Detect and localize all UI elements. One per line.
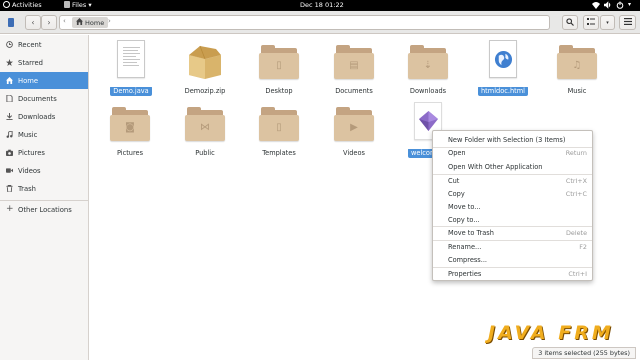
hamburger-icon	[623, 18, 632, 27]
search-button[interactable]	[562, 15, 578, 30]
top-bar: Activities Files ▾ Dec 18 01:22 ▾	[0, 0, 640, 11]
menu-item-properties[interactable]: Properties Ctrl+I	[433, 267, 592, 280]
view-toggle-button[interactable]	[583, 15, 599, 30]
folder-videos-icon: ▶	[334, 101, 374, 145]
menu-item-move-to[interactable]: Move to...	[433, 200, 592, 213]
files-app-icon	[64, 1, 70, 8]
menu-item-rename[interactable]: Rename... F2	[433, 240, 592, 253]
menu-item-copy-to[interactable]: Copy to...	[433, 213, 592, 226]
file-name: Demozip.zip	[184, 87, 226, 95]
menu-item-cut[interactable]: Cut Ctrl+X	[433, 174, 592, 187]
folder-templates-icon: ▯	[259, 101, 299, 145]
chevron-right-icon: ›	[47, 17, 51, 27]
chevron-left-icon: ‹	[31, 17, 35, 27]
file-name: Demo.java	[110, 87, 152, 96]
menu-item-copy[interactable]: Copy Ctrl+C	[433, 187, 592, 200]
path-bar[interactable]: ‹ Home ›	[59, 15, 550, 30]
folder-music-icon: ♫	[557, 39, 597, 83]
main-menu-button[interactable]	[619, 15, 636, 30]
context-menu: New Folder with Selection (3 Items) Open…	[432, 130, 593, 281]
sidebar-item-pictures[interactable]: Pictures	[0, 144, 88, 161]
menu-item-move-to-trash[interactable]: Move to Trash Delete	[433, 226, 592, 239]
folder-documents-icon: ▤	[334, 39, 374, 83]
sidebar-item-recent[interactable]: Recent	[0, 36, 88, 53]
sidebar: Recent Starred Home Documents Downloads …	[0, 35, 89, 360]
home-icon	[76, 18, 83, 27]
file-name: Desktop	[265, 87, 293, 95]
sidebar-item-documents[interactable]: Documents	[0, 90, 88, 107]
chevron-down-icon: ▾	[606, 19, 609, 26]
file-name: Videos	[343, 149, 365, 157]
file-name: Templates	[262, 149, 296, 157]
music-icon	[6, 130, 13, 138]
star-icon	[6, 59, 13, 66]
folder-pictures-icon: ◙	[110, 101, 150, 145]
file-name: Pictures	[116, 149, 144, 157]
back-button[interactable]: ‹	[25, 15, 41, 30]
sidebar-item-starred[interactable]: Starred	[0, 54, 88, 71]
app-menu[interactable]: Files ▾	[64, 1, 92, 10]
menu-item-compress[interactable]: Compress...	[433, 253, 592, 266]
plus-icon: +	[6, 204, 14, 214]
home-icon	[6, 77, 13, 84]
path-right-arrow-icon[interactable]: ›	[108, 17, 111, 25]
list-view-icon	[587, 18, 595, 27]
breadcrumb-home[interactable]: Home	[72, 17, 109, 28]
search-icon	[566, 17, 574, 28]
selection-status: 3 items selected (255 bytes)	[532, 347, 636, 359]
file-name: Downloads	[409, 87, 447, 95]
trash-icon	[6, 185, 13, 193]
view-options-button[interactable]: ▾	[600, 15, 615, 30]
archive-icon	[185, 39, 225, 83]
system-status-area[interactable]: ▾	[592, 1, 636, 9]
file-name: Music	[567, 87, 587, 95]
sidebar-toggle-button[interactable]	[4, 15, 18, 30]
sidebar-icon	[8, 18, 14, 27]
clock[interactable]: Dec 18 01:22	[300, 1, 344, 10]
file-name: htmldoc.html	[478, 87, 528, 96]
menu-item-open-with[interactable]: Open With Other Application	[433, 160, 592, 173]
activities-button[interactable]: Activities	[3, 1, 42, 10]
sidebar-item-videos[interactable]: Videos	[0, 162, 88, 179]
sidebar-item-downloads[interactable]: Downloads	[0, 108, 88, 125]
text-file-icon	[111, 39, 151, 83]
document-icon	[6, 94, 13, 103]
file-name: Public	[195, 149, 215, 157]
sidebar-item-other-locations[interactable]: + Other Locations	[0, 201, 88, 218]
menu-arrow-icon: ▾	[628, 1, 632, 8]
path-left-arrow-icon[interactable]: ‹	[63, 17, 66, 25]
sidebar-item-trash[interactable]: Trash	[0, 180, 88, 197]
menu-item-open[interactable]: Open Return	[433, 146, 592, 159]
folder-downloads-icon: ⇣	[408, 39, 448, 83]
folder-public-icon: ⋈	[185, 101, 225, 145]
header-bar: ‹ › ‹ Home › ▾	[0, 11, 640, 34]
distro-logo-icon	[3, 1, 10, 8]
clock-icon	[6, 41, 13, 48]
volume-icon	[603, 1, 612, 9]
video-icon	[6, 167, 13, 174]
html-file-icon	[483, 39, 523, 83]
watermark-logo: JAVA FRM	[488, 322, 614, 344]
download-icon	[6, 113, 13, 121]
power-icon	[616, 1, 624, 9]
sidebar-item-music[interactable]: Music	[0, 126, 88, 143]
sidebar-item-home[interactable]: Home	[0, 72, 88, 89]
folder-desktop-icon: ▯	[259, 39, 299, 83]
file-name: Documents	[335, 87, 373, 95]
menu-item-new-folder-with-selection[interactable]: New Folder with Selection (3 Items)	[433, 133, 592, 146]
camera-icon	[6, 149, 13, 156]
forward-button[interactable]: ›	[41, 15, 57, 30]
network-icon	[592, 1, 600, 9]
